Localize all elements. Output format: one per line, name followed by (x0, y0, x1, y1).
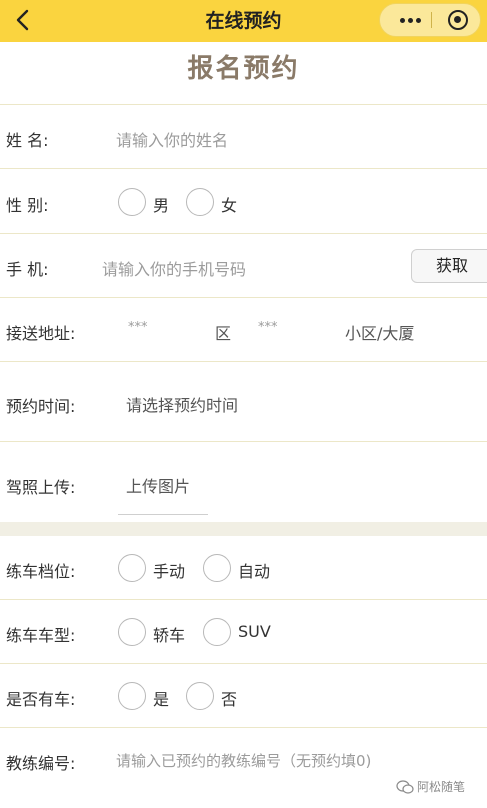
has-car-yes-radio[interactable] (118, 682, 146, 710)
has-car-row: 是否有车: 是 否 (0, 664, 487, 728)
capsule-divider (431, 12, 432, 28)
time-picker[interactable]: 请选择预约时间 (126, 392, 238, 416)
more-icon[interactable] (394, 4, 426, 36)
wechat-icon (396, 779, 414, 794)
phone-row: 手 机: 请输入你的手机号码 获取 (0, 234, 487, 298)
mini-program-capsule (379, 3, 481, 37)
time-label: 预约时间: (6, 397, 76, 416)
time-row: 预约时间: 请选择预约时间 (0, 362, 487, 442)
community-input[interactable]: *** (258, 320, 278, 335)
coach-label: 教练编号: (6, 754, 76, 773)
car-type-row: 练车车型: 轿车 SUV (0, 600, 487, 664)
phone-input[interactable]: 请输入你的手机号码 (102, 256, 246, 280)
license-row: 驾照上传: 上传图片 (0, 442, 487, 522)
gear-manual-radio[interactable] (118, 554, 146, 582)
name-row: 姓 名: 请输入你的姓名 (0, 105, 487, 169)
gear-row: 练车档位: 手动 自动 (0, 536, 487, 600)
gear-auto-label: 自动 (238, 562, 271, 581)
has-car-yes-label: 是 (153, 690, 170, 709)
name-input[interactable]: 请输入你的姓名 (116, 127, 228, 151)
name-label: 姓 名: (6, 131, 49, 150)
community-suffix: 小区/大厦 (345, 324, 415, 343)
has-car-label: 是否有车: (6, 690, 76, 709)
district-suffix: 区 (215, 324, 232, 343)
upload-image-button[interactable]: 上传图片 (126, 473, 190, 497)
car-sedan-label: 轿车 (153, 626, 186, 645)
gear-manual-label: 手动 (153, 562, 186, 581)
close-target-icon[interactable] (448, 10, 468, 30)
gear-label: 练车档位: (6, 562, 76, 581)
gender-male-label: 男 (153, 196, 170, 215)
nav-bar: 在线预约 (0, 0, 487, 42)
has-car-no-radio[interactable] (186, 682, 214, 710)
section-divider (0, 522, 487, 536)
gender-female-radio[interactable] (186, 188, 214, 216)
phone-label: 手 机: (6, 260, 49, 279)
district-input[interactable]: *** (128, 320, 148, 335)
car-sedan-radio[interactable] (118, 618, 146, 646)
gear-auto-radio[interactable] (203, 554, 231, 582)
car-suv-label: SUV (238, 622, 271, 641)
watermark-text: 阿松随笔 (417, 780, 466, 794)
car-suv-radio[interactable] (203, 618, 231, 646)
coach-input[interactable]: 请输入已预约的教练编号（无预约填0) (116, 750, 371, 771)
has-car-no-label: 否 (221, 690, 238, 709)
gender-female-label: 女 (221, 196, 238, 215)
gender-row: 性 别: 男 女 (0, 169, 487, 234)
page-heading: 报名预约 (187, 54, 300, 84)
address-label: 接送地址: (6, 324, 76, 343)
car-type-label: 练车车型: (6, 626, 76, 645)
gender-male-radio[interactable] (118, 188, 146, 216)
upload-underline (118, 514, 208, 515)
watermark: 阿松随笔 (396, 778, 465, 795)
gender-label: 性 别: (6, 196, 49, 215)
get-code-button[interactable]: 获取 (411, 249, 487, 283)
license-label: 驾照上传: (6, 478, 76, 497)
address-row: 接送地址: *** 区 *** 小区/大厦 (0, 298, 487, 362)
